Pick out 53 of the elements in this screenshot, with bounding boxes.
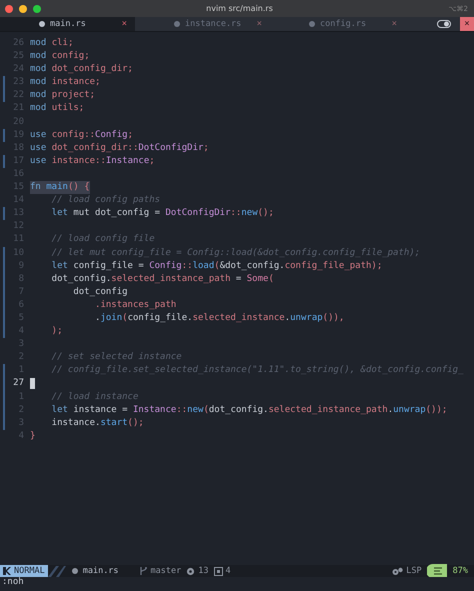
- code-line: // set selected instance: [50, 351, 182, 364]
- code-line: .join(config_file.selected_instance.unwrap()),: [94, 312, 344, 325]
- editor-tab[interactable]: main.rs ×: [0, 17, 135, 31]
- code-line: let mut dot_config = DotConfigDir::new();: [50, 207, 274, 220]
- code-line: // load config paths: [50, 194, 160, 208]
- code-line: // load config file: [50, 233, 155, 246]
- code-line: // load instance: [50, 390, 138, 404]
- progress-percent: 87%: [452, 566, 468, 576]
- tab-label: config.rs: [320, 19, 366, 29]
- file-dot-icon: [174, 21, 180, 27]
- file-dot-icon: [309, 21, 315, 27]
- info-count: 4: [226, 566, 231, 576]
- code-line: mod config;: [30, 50, 90, 64]
- code-line: let config_file = Config::load(&dot_config.config_file_path);: [50, 260, 382, 273]
- code-line: mod dot_config_dir;: [30, 63, 133, 76]
- code-line: mod project;: [30, 89, 96, 102]
- code-line: dot_config.selected_instance_path = Some(: [50, 272, 274, 286]
- code-line: let instance = Instance::new(dot_config.selected_instance_path.unwrap());: [50, 404, 448, 417]
- lsp-label: LSP: [406, 566, 422, 576]
- text-cursor: [30, 378, 35, 390]
- vim-logo-icon: [3, 567, 11, 575]
- line-number: 27: [12, 377, 25, 390]
- code-line: }: [30, 430, 36, 443]
- tab-close-button[interactable]: ×: [256, 19, 262, 29]
- tab-close-button[interactable]: ×: [392, 19, 397, 29]
- tab-label: instance.rs: [185, 19, 242, 29]
- code-line: mod cli;: [30, 37, 74, 50]
- code-line: use instance::Instance;: [30, 154, 155, 168]
- window-title: nvim src/main.rs: [206, 4, 273, 13]
- separator-icon: [48, 566, 66, 576]
- code-line: // let mut config_file = Config::load(&dot_config.config_file_path);: [50, 246, 420, 260]
- code-line: use dot_config_dir::DotConfigDir;: [30, 142, 209, 155]
- branch-name: master: [150, 566, 182, 576]
- warning-count: 13: [198, 566, 209, 576]
- code-line: );: [50, 325, 63, 338]
- tab-close-button[interactable]: ×: [122, 19, 127, 29]
- code-line: use config::Config;: [30, 128, 133, 142]
- progress-icon: [426, 564, 447, 578]
- close-button[interactable]: ×: [460, 17, 474, 31]
- mode-label: NORMAL: [14, 566, 45, 576]
- git-branch-icon: [138, 566, 147, 576]
- code-line: instance.start();: [50, 416, 144, 430]
- file-name: main.rs: [82, 566, 119, 576]
- code-line: .instances_path: [94, 298, 176, 312]
- toggle-icon: [437, 20, 451, 28]
- code-line: // config_file.set_selected_instance("1.11".to_string(), &dot_config.config_: [50, 364, 464, 378]
- code-line: mod instance;: [30, 76, 100, 90]
- code-line: dot_config: [72, 286, 128, 299]
- code-line: mod utils;: [30, 102, 84, 116]
- square-icon: [214, 566, 223, 576]
- tab-label: main.rs: [50, 19, 86, 29]
- file-dot-icon: [39, 21, 45, 27]
- file-dot-icon: [72, 568, 78, 574]
